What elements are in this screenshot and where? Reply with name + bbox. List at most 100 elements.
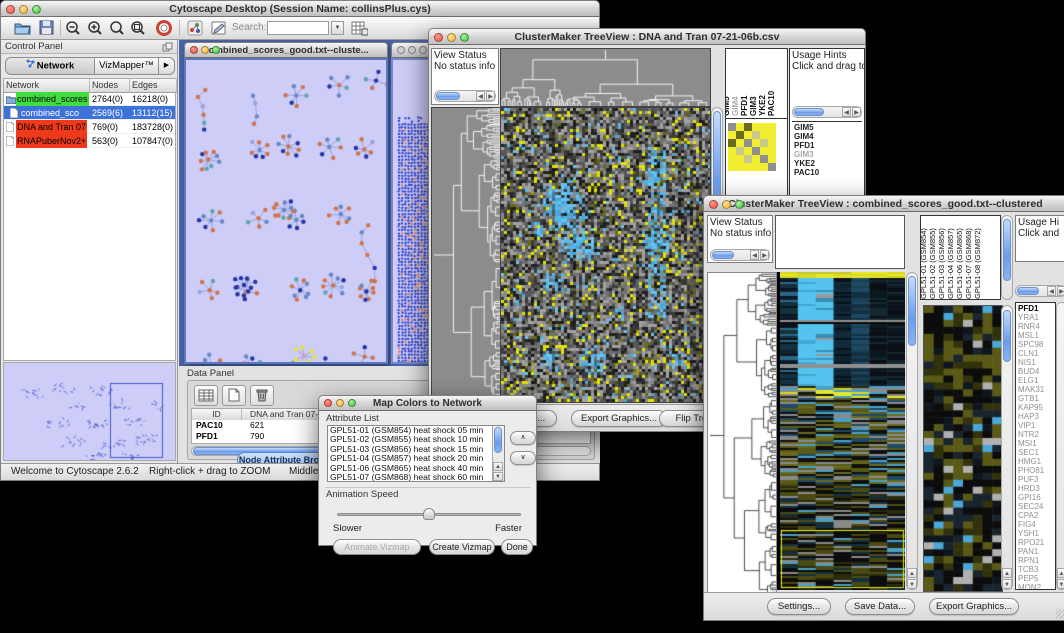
gene-label[interactable]: YKE2 [792, 159, 862, 168]
rotated-column-label[interactable]: PFD1 [740, 96, 749, 116]
treeview-dna-titlebar[interactable]: ClusterMaker TreeView : DNA and Tran 07-… [428, 28, 866, 45]
create-network-view-icon[interactable] [187, 20, 203, 41]
gene-label[interactable]: NTR2 [1016, 430, 1055, 439]
gene-label[interactable]: MSL1 [1016, 331, 1055, 340]
scroll-down-icon[interactable]: ▼ [493, 472, 503, 481]
annotation-icon[interactable] [211, 20, 228, 41]
gene-label[interactable]: RPO21 [1016, 538, 1055, 547]
gene-label[interactable]: GIM3 [792, 150, 862, 159]
attribute-listbox[interactable]: GPL51-01 (GSM854) heat shock 05 minGPL51… [327, 425, 505, 482]
minimize-icon[interactable] [19, 5, 28, 14]
export-graphics-button[interactable]: Export Graphics... [929, 598, 1019, 615]
scroll-right-icon[interactable]: ▶ [486, 91, 495, 101]
network-table-row[interactable]: DNA and Tran 07769(0)183728(0) [4, 120, 175, 134]
rotated-column-label[interactable]: GIM4 [731, 96, 740, 116]
save-session-icon[interactable] [39, 20, 54, 40]
gene-label[interactable]: CLN1 [1016, 349, 1055, 358]
gene-label[interactable]: MAK31 [1016, 385, 1055, 394]
rotated-column-label[interactable]: GIM3 [749, 96, 758, 116]
view-status-hscrollbar[interactable]: ◀ ▶ [710, 249, 770, 261]
gene-label[interactable]: TCB3 [1016, 565, 1055, 574]
network-window-1[interactable]: combined_scores_good.txt--cluste... [184, 42, 388, 364]
scrollbar-thumb[interactable] [494, 427, 502, 453]
scroll-up-icon[interactable]: ▲ [493, 462, 503, 471]
gene-label[interactable]: PFD1 [792, 141, 862, 150]
tab-vizmapper[interactable]: VizMapper™ [95, 57, 159, 75]
export-graphics-button[interactable]: Export Graphics... [571, 410, 667, 427]
close-icon[interactable] [709, 200, 718, 209]
gene-label[interactable]: NIS1 [1016, 358, 1055, 367]
done-button[interactable]: Done [501, 539, 533, 555]
gene-label[interactable]: MON2 [1016, 583, 1055, 590]
zoom-window-icon[interactable] [32, 5, 41, 14]
gene-label[interactable]: SEC24 [1016, 502, 1055, 511]
zoom-selected-icon[interactable] [109, 20, 125, 41]
gene-label[interactable]: RPN1 [1016, 556, 1055, 565]
treeview-combined-titlebar[interactable]: ClusterMaker TreeView : combined_scores_… [703, 195, 1064, 212]
slider-thumb[interactable] [423, 508, 435, 520]
network-table-row[interactable]: combined_scores2764(0)16218(0) [4, 92, 175, 106]
move-down-button[interactable]: ∨ [510, 451, 536, 465]
gene-label[interactable]: PAN1 [1016, 547, 1055, 556]
minimize-icon[interactable] [447, 33, 456, 42]
scrollbar-thumb[interactable] [794, 108, 824, 116]
zoom-window-icon[interactable] [348, 399, 356, 407]
move-up-button[interactable]: ∧ [510, 431, 536, 445]
rotated-column-label[interactable]: GPL51-03 (GSM856) [937, 228, 946, 299]
gene-label[interactable]: HAP3 [1016, 412, 1055, 421]
gene-label[interactable]: BUD4 [1016, 367, 1055, 376]
gene-label[interactable]: SPC98 [1016, 340, 1055, 349]
minimize-icon[interactable] [201, 46, 209, 54]
scroll-up-icon[interactable]: ▲ [1002, 568, 1012, 578]
gene-label[interactable]: GIM4 [792, 132, 862, 141]
gene-label[interactable]: HMG1 [1016, 457, 1055, 466]
tab-overflow-button[interactable]: ▶ [159, 57, 175, 75]
map-colors-titlebar[interactable]: Map Colors to Network [318, 395, 537, 411]
rotated-column-label[interactable]: GPL51-04 (GSM857) [946, 228, 955, 299]
gene-label[interactable]: YRA1 [1016, 313, 1055, 322]
attribute-item[interactable]: GPL51-02 (GSM855) heat shock 10 min [328, 435, 492, 444]
close-icon[interactable] [190, 46, 198, 54]
zoom-out-icon[interactable] [65, 20, 81, 41]
attribute-list-vscrollbar[interactable]: ▲ ▼ [492, 426, 504, 481]
save-data-button[interactable]: Save Data... [845, 598, 915, 615]
close-icon[interactable] [397, 46, 405, 54]
scrollbar-thumb[interactable] [1017, 287, 1039, 295]
gene-label[interactable]: PHO81 [1016, 466, 1055, 475]
network-window-1-titlebar[interactable]: combined_scores_good.txt--cluste... [184, 42, 388, 58]
close-icon[interactable] [434, 33, 443, 42]
gene-label[interactable]: PUF3 [1016, 475, 1055, 484]
gene-label[interactable]: PFD1 [1016, 304, 1055, 313]
scroll-up-icon[interactable]: ▲ [1057, 568, 1064, 578]
attribute-item[interactable]: GPL51-06 (GSM865) heat shock 40 min [328, 464, 492, 473]
network-table-row[interactable]: RNAPuberNov2+563(0)107847(0) [4, 134, 175, 148]
float-panel-icon[interactable] [162, 42, 173, 55]
zoom-window-icon[interactable] [735, 200, 744, 209]
scroll-right-icon[interactable]: ▶ [852, 107, 861, 117]
search-input[interactable] [267, 21, 329, 35]
scroll-up-icon[interactable]: ▲ [907, 568, 917, 578]
gene-label[interactable]: MSI1 [1016, 439, 1055, 448]
window-controls[interactable] [6, 5, 41, 14]
heatmap-vscrollbar[interactable]: ▲ ▼ [906, 272, 918, 590]
gene-panel-hscrollbar[interactable]: ◀ ▶ [1015, 285, 1064, 297]
network-overview-canvas[interactable] [4, 363, 175, 460]
attribute-item[interactable]: GPL51-07 (GSM868) heat shock 60 min [328, 473, 492, 482]
view-status-hscrollbar[interactable]: ◀ ▶ [434, 90, 496, 102]
minimize-icon[interactable] [408, 46, 416, 54]
column-header-nodes[interactable]: Nodes [90, 79, 130, 93]
rotated-column-label[interactable]: GPL51-08 (GSM872) [973, 228, 982, 299]
scroll-down-icon[interactable]: ▼ [907, 579, 917, 589]
scroll-left-icon[interactable]: ◀ [750, 250, 759, 260]
main-window-titlebar[interactable]: Cytoscape Desktop (Session Name: collins… [0, 0, 600, 17]
delete-attribute-trash-icon[interactable] [250, 385, 274, 406]
gene-label[interactable]: PAC10 [792, 168, 862, 177]
close-icon[interactable] [6, 5, 15, 14]
gene-list-vscrollbar[interactable]: ▲ ▼ [1056, 302, 1064, 590]
gene-label[interactable]: YSH1 [1016, 529, 1055, 538]
gene-label[interactable]: GIM5 [792, 123, 862, 132]
gene-label[interactable]: SEC1 [1016, 448, 1055, 457]
minimize-icon[interactable] [336, 399, 344, 407]
scrollbar-thumb[interactable] [1003, 310, 1011, 362]
scroll-down-icon[interactable]: ▼ [1057, 579, 1064, 589]
